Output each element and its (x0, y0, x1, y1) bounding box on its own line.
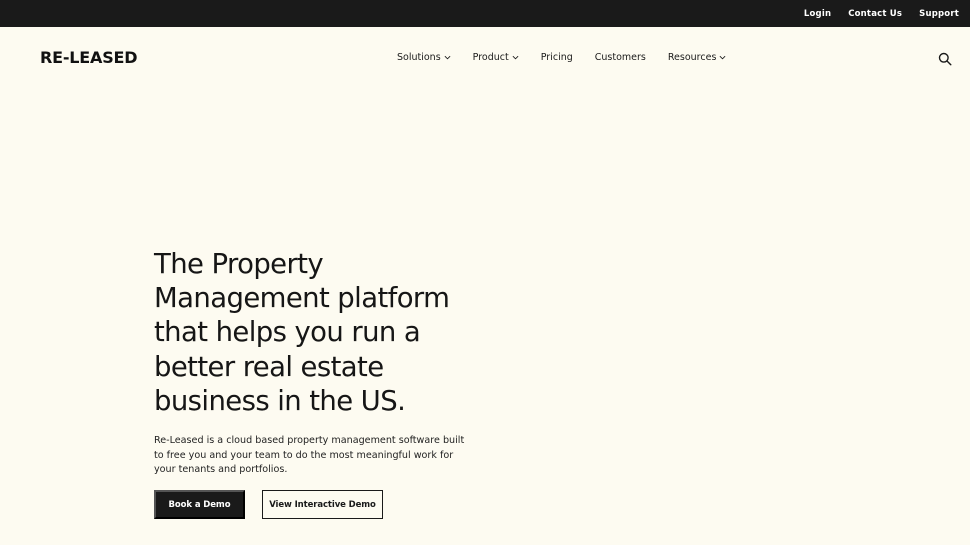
interactive-demo-button[interactable]: View Interactive Demo (262, 490, 383, 519)
nav-label: Product (472, 52, 509, 63)
chevron-down-icon (512, 55, 519, 60)
headline-line: business in the US. (154, 384, 406, 417)
nav-label: Solutions (397, 52, 441, 63)
nav-item-product[interactable]: Product (473, 52, 519, 63)
hero-cta-group: Book a Demo View Interactive Demo (154, 490, 383, 519)
logo[interactable]: RE-­LEASED (40, 48, 138, 67)
search-icon[interactable] (938, 52, 952, 66)
headline-line: that helps you run a (154, 316, 421, 349)
support-link[interactable]: Support (919, 9, 959, 19)
headline-line: Management platform (154, 282, 450, 315)
headline-line: better real estate (154, 350, 384, 383)
nav-label: Pricing (540, 52, 573, 63)
chevron-down-icon (719, 55, 726, 60)
main-header: RE-­LEASED Solutions Product Pricing Cus… (0, 27, 970, 89)
headline-line: The Property (154, 248, 324, 280)
hero-subtext: Re-Leased is a cloud based property mana… (154, 435, 465, 476)
login-link[interactable]: Login (804, 9, 831, 19)
nav-label: Resources (667, 52, 717, 63)
nav-label: Customers (594, 52, 646, 63)
utility-bar: Login Contact Us Support (0, 0, 970, 27)
hero-section: The Property Management platform that he… (154, 247, 494, 478)
nav-item-solutions[interactable]: Solutions (397, 52, 451, 63)
main-nav: Solutions Product Pricing Customers Reso… (397, 52, 726, 63)
chevron-down-icon (444, 55, 451, 60)
nav-item-resources[interactable]: Resources (668, 52, 727, 63)
contact-us-link[interactable]: Contact Us (848, 9, 902, 19)
nav-item-customers[interactable]: Customers (595, 52, 646, 63)
hero-headline: The Property Management platform that he… (154, 247, 494, 418)
nav-item-pricing[interactable]: Pricing (541, 52, 573, 63)
book-demo-button[interactable]: Book a Demo (154, 490, 245, 519)
